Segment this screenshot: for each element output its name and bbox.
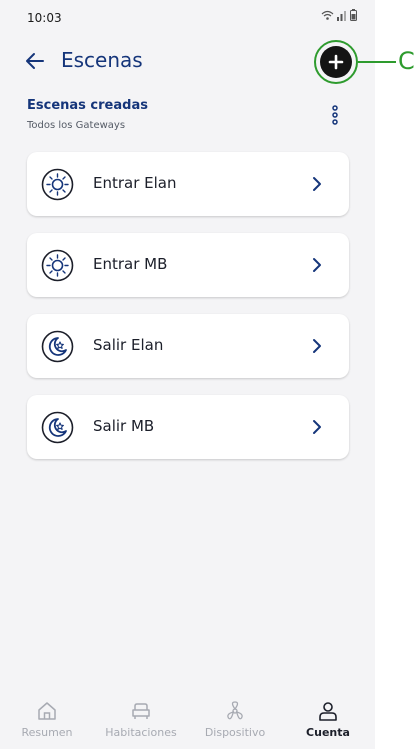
plus-icon <box>320 46 352 78</box>
home-icon <box>38 702 56 720</box>
chevron-right-icon <box>313 177 321 191</box>
sun-icon <box>41 249 74 282</box>
sun-icon <box>41 168 74 201</box>
nav-label: Habitaciones <box>105 726 177 739</box>
moon-icon <box>41 411 74 444</box>
page-title: Escenas <box>61 48 143 72</box>
nav-item-resumen[interactable]: Resumen <box>0 694 94 749</box>
nav-item-cuenta[interactable]: Cuenta <box>281 694 375 749</box>
annotation-label: C <box>398 47 415 75</box>
more-options-icon[interactable] <box>328 104 342 126</box>
scene-label: Entrar MB <box>93 255 168 273</box>
nav-label: Cuenta <box>306 726 350 739</box>
scene-label: Salir Elan <box>93 336 164 354</box>
section-subtitle: Todos los Gateways <box>27 120 126 131</box>
nav-label: Resumen <box>21 726 73 739</box>
scene-card[interactable]: Entrar Elan <box>27 152 349 216</box>
chevron-right-icon <box>313 258 321 272</box>
signal-icon <box>337 10 346 21</box>
bottom-nav: Resumen Habitaciones Dispositivo Cuenta <box>0 694 375 749</box>
moon-icon <box>41 330 74 363</box>
nav-label: Dispositivo <box>204 726 266 739</box>
chevron-right-icon <box>313 339 321 353</box>
add-scene-button[interactable] <box>314 40 358 84</box>
phone-screen: 10:03 Escenas Escenas creadas Todos los … <box>0 0 375 749</box>
fan-icon <box>227 701 243 720</box>
scene-label: Entrar Elan <box>93 174 177 192</box>
scene-card[interactable]: Entrar MB <box>27 233 349 297</box>
annotation-line <box>358 61 396 63</box>
status-bar: 10:03 <box>0 0 375 32</box>
status-icons <box>321 9 357 21</box>
chevron-right-icon <box>313 420 321 434</box>
status-time: 10:03 <box>27 11 62 25</box>
battery-icon <box>350 9 357 21</box>
scene-card[interactable]: Salir Elan <box>27 314 349 378</box>
back-arrow-icon[interactable] <box>24 50 46 72</box>
section-title: Escenas creadas <box>27 98 148 113</box>
wifi-icon <box>321 10 334 20</box>
nav-item-dispositivo[interactable]: Dispositivo <box>188 694 282 749</box>
scene-label: Salir MB <box>93 417 155 435</box>
user-icon <box>319 702 337 721</box>
nav-item-habitaciones[interactable]: Habitaciones <box>94 694 188 749</box>
scene-card[interactable]: Salir MB <box>27 395 349 459</box>
sofa-icon <box>132 703 150 719</box>
